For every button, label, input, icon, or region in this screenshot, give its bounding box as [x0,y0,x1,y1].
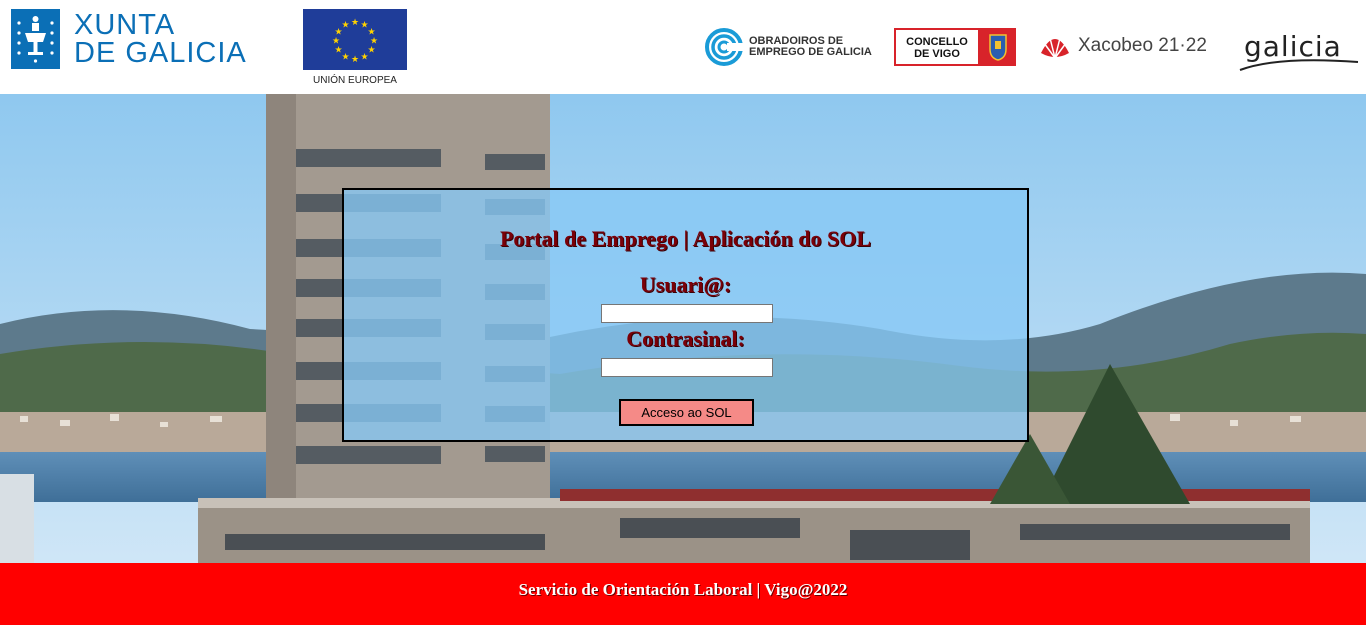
header-logos-bar: XUNTA DE GALICIA ★ ★ ★ ★ ★ ★ ★ ★ ★ ★ ★ ★… [0,0,1366,94]
username-label: Usuari@: [639,272,732,297]
galicia-brand-logo: galicia [1238,30,1366,74]
concello-line2: DE VIGO [914,48,960,60]
vigo-shield-icon [980,28,1016,66]
xunta-logo-line1: XUNTA [74,9,176,41]
svg-text:★: ★ [341,53,349,63]
eu-logo-caption: UNIÓN EUROPEA [313,75,397,86]
footer-text: Servicio de Orientación Laboral | Vigo@2… [518,580,848,599]
obradoiros-line2: EMPREGO DE GALICIA [749,46,872,58]
username-input[interactable] [601,304,773,323]
concello-logo-box: CONCELLO DE VIGO [894,28,980,66]
xunta-crest-icon [11,9,60,69]
svg-text:★: ★ [360,53,368,63]
obradoiros-logo: OBRADOIROS DE EMPREGO DE GALICIA [703,27,873,67]
obradoiros-logo-text: OBRADOIROS DE EMPREGO DE GALICIA [749,36,872,58]
login-title: Portal de Emprego | Aplicación do SOL [499,226,872,251]
login-panel: Portal de Emprego | Aplicación do SOL Us… [342,188,1029,442]
svg-text:★: ★ [367,46,375,56]
svg-text:★: ★ [334,46,342,56]
eu-flag-icon: ★ ★ ★ ★ ★ ★ ★ ★ ★ ★ ★ ★ [303,9,407,70]
galicia-swoosh-icon [1239,59,1359,71]
svg-text:★: ★ [351,55,359,65]
svg-text:★: ★ [341,21,349,31]
xacobeo-logo: Xacobeo 21·22 [1038,31,1218,63]
eu-logo: ★ ★ ★ ★ ★ ★ ★ ★ ★ ★ ★ ★ UNIÓN EUROPEA [303,9,407,89]
password-label: Contrasinal: [626,326,745,351]
xacobeo-logo-text: Xacobeo 21·22 [1078,35,1207,56]
concello-line1: CONCELLO [906,36,968,48]
xunta-de-galicia-logo: XUNTA DE GALICIA [11,9,261,71]
xunta-logo-line2: DE GALICIA [74,37,247,69]
footer-bar: Servicio de Orientación Laboral | Vigo@2… [0,563,1366,625]
svg-text:★: ★ [351,18,359,28]
login-submit-button[interactable]: Acceso ao SOL [619,399,754,426]
concello-logo-text: CONCELLO DE VIGO [896,36,978,60]
svg-text:★: ★ [332,37,340,47]
password-input[interactable] [601,358,773,377]
concello-de-vigo-logo: CONCELLO DE VIGO [894,28,1016,66]
